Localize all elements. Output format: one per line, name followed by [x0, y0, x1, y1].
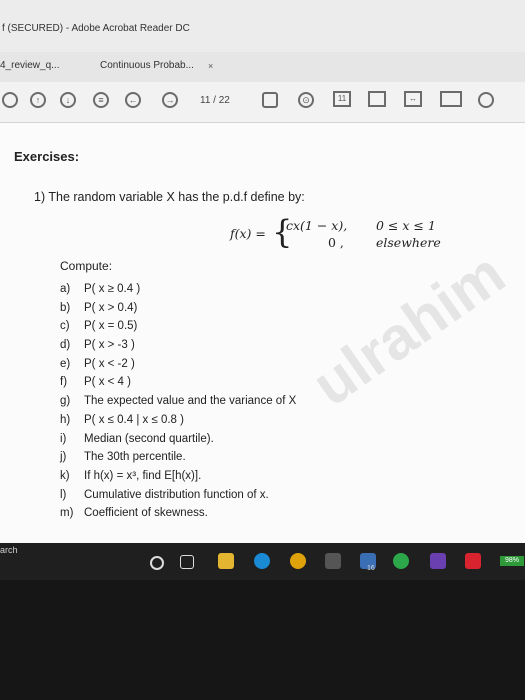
page-current[interactable]: 11 — [200, 95, 210, 106]
item-text: Coefficient of skewness. — [84, 507, 208, 520]
fit-page-icon[interactable]: ≡ — [93, 92, 109, 108]
rotate-icon[interactable] — [478, 92, 494, 108]
page-up-icon[interactable]: ↑ — [30, 92, 46, 108]
item-label: c) — [60, 320, 70, 333]
screen: f (SECURED) - Adobe Acrobat Reader DC 4_… — [0, 0, 525, 580]
zoom-icon[interactable]: ⊙ — [298, 92, 314, 108]
formula-case1-domain: 0 ≤ x ≤ 1 — [376, 218, 436, 233]
upload-icon[interactable] — [2, 92, 18, 108]
item-label: i) — [60, 432, 67, 445]
desk-background — [0, 580, 525, 700]
list-item: b) P( x > 0.4) — [60, 302, 296, 321]
item-label: l) — [60, 488, 67, 501]
whatsapp-icon[interactable] — [393, 553, 409, 569]
tab-continuous-probability[interactable]: Continuous Probab... — [100, 60, 194, 71]
item-label: a) — [60, 283, 71, 295]
fit-width-icon[interactable]: ↔ — [404, 91, 422, 107]
item-label: g) — [60, 395, 71, 408]
page-indicator[interactable]: 11 / 22 — [200, 95, 230, 106]
list-item: j) The 30th percentile. — [60, 451, 296, 470]
exercise-list: a) P( x ≥ 0.4 ) b) P( x > 0.4) c) P( x = 0.… — [60, 283, 296, 526]
item-text: P( x < -2 ) — [84, 357, 135, 370]
exercises-heading: Exercises: — [14, 149, 80, 164]
select-tool-icon[interactable] — [262, 92, 278, 108]
item-label: e) — [60, 357, 71, 370]
watermark: ulrahim — [300, 239, 517, 419]
title-bar: f (SECURED) - Adobe Acrobat Reader DC — [0, 0, 525, 52]
question-1: 1) The random variable X has the p.d.f d… — [34, 190, 305, 204]
list-item: a) P( x ≥ 0.4 ) — [60, 283, 296, 302]
taskbar: arch 16 98% — [0, 543, 525, 580]
item-text: The expected value and the variance of X — [84, 395, 297, 408]
list-item: m) Coefficient of skewness. — [60, 507, 296, 526]
back-icon[interactable]: ← — [125, 92, 141, 108]
acrobat-icon[interactable] — [465, 553, 481, 569]
forward-icon[interactable]: → — [162, 92, 178, 108]
pdf-formula: f(x) = { cx(1 − x), 0 , 0 ≤ x ≤ 1 elsewh… — [230, 215, 490, 255]
item-text: The 30th percentile. — [84, 451, 186, 464]
compute-label: Compute: — [60, 259, 113, 273]
read-mode-icon[interactable] — [440, 91, 462, 107]
notification-badge: 16 — [367, 565, 375, 572]
chrome-icon[interactable] — [290, 553, 306, 569]
list-item: e) P( x < -2 ) — [60, 358, 296, 377]
teams-icon[interactable] — [430, 553, 446, 569]
item-text: P( x > 0.4) — [84, 301, 138, 314]
list-item: k) If h(x) = x³, find E[h(x)]. — [60, 470, 296, 489]
task-view-icon[interactable] — [180, 555, 194, 569]
page-down-icon[interactable]: ↓ — [60, 92, 76, 108]
item-text: P( x = 0.5) — [84, 320, 138, 333]
file-explorer-icon[interactable] — [218, 553, 234, 569]
formula-case1-expr: cx(1 − x), — [286, 218, 348, 233]
toolbar: ↑ ↓ ≡ ← → 11 / 22 ⊙ 11 ↔ — [0, 82, 525, 123]
item-label: d) — [60, 339, 71, 352]
battery-indicator[interactable]: 98% — [500, 556, 524, 566]
document-page: Exercises: 1) The random variable X has … — [0, 123, 525, 543]
calendar-icon[interactable]: 11 — [333, 91, 351, 107]
item-label: m) — [60, 507, 74, 520]
item-text: P( x > -3 ) — [84, 339, 135, 352]
taskbar-search-text[interactable]: arch — [0, 545, 18, 555]
item-text: P( x < 4 ) — [84, 376, 131, 389]
item-text: Median (second quartile). — [84, 432, 214, 445]
tab-review[interactable]: 4_review_q... — [0, 60, 59, 71]
list-item: c) P( x = 0.5) — [60, 320, 296, 339]
item-label: k) — [60, 469, 70, 482]
list-item: i) Median (second quartile). — [60, 433, 296, 452]
app-icon[interactable] — [325, 553, 341, 569]
tab-bar: 4_review_q... Continuous Probab... × — [0, 52, 525, 83]
cortana-icon[interactable] — [150, 556, 164, 570]
edge-icon[interactable] — [254, 553, 270, 569]
search-document-icon[interactable] — [368, 91, 386, 107]
item-label: h) — [60, 413, 71, 426]
page-total: / 22 — [213, 95, 230, 106]
item-text: P( x ≤ 0.4 | x ≤ 0.8 ) — [84, 413, 184, 426]
formula-case2-expr: 0 , — [328, 235, 344, 250]
list-item: d) P( x > -3 ) — [60, 339, 296, 358]
list-item: f) P( x < 4 ) — [60, 376, 296, 395]
tab-close-icon[interactable]: × — [208, 61, 213, 71]
item-label: j) — [60, 451, 67, 464]
item-text: P( x ≥ 0.4 ) — [84, 283, 141, 295]
window-title: f (SECURED) - Adobe Acrobat Reader DC — [2, 23, 190, 34]
list-item: g) The expected value and the variance of… — [60, 395, 296, 414]
formula-case2-domain: elsewhere — [376, 235, 441, 250]
list-item: l) Cumulative distribution function of x. — [60, 489, 296, 508]
formula-lhs: f(x) = — [230, 226, 266, 241]
item-text: Cumulative distribution function of x. — [84, 488, 269, 501]
item-label: b) — [60, 301, 71, 314]
item-text: If h(x) = x³, find E[h(x)]. — [84, 469, 202, 482]
item-label: f) — [60, 376, 68, 389]
list-item: h) P( x ≤ 0.4 | x ≤ 0.8 ) — [60, 414, 296, 433]
